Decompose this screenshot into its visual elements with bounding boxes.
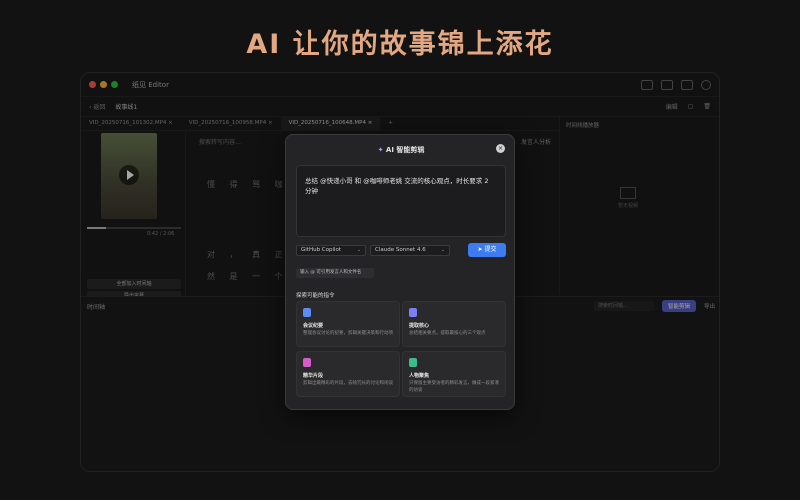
document-icon xyxy=(303,308,311,317)
microphone-icon xyxy=(303,358,311,367)
card-desc: 总结相关要点，提取最核心的三个观点 xyxy=(409,331,486,336)
card-desc: 整理会议讨论的纪要，剪辑关键决策和行动项 xyxy=(303,331,393,336)
modal-title: ✦ AI 智能剪辑 xyxy=(377,146,425,154)
chevron-down-icon: ⌄ xyxy=(440,247,445,253)
list-icon xyxy=(409,308,417,317)
card-desc: 只保留主要受访者的精彩发言，做成一段紧凑的访谈 xyxy=(409,381,499,393)
card-desc: 剪辑出最精彩的片段，去除冗长的讨论和闲谈 xyxy=(303,381,393,386)
card-title: 提取核心 xyxy=(409,323,430,329)
people-icon xyxy=(409,358,417,367)
submit-button[interactable]: ➤ 提交 xyxy=(468,243,506,257)
suggestion-card-highlights[interactable]: 精华片段 剪辑出最精彩的片段，去除冗长的讨论和闲谈 xyxy=(296,351,400,397)
card-title: 人物聚焦 xyxy=(409,373,430,379)
provider-select[interactable]: GitHub Copilot ⌄ xyxy=(296,245,366,256)
headline: AI 让你的故事锦上添花 xyxy=(246,29,554,60)
mention-hint: 输入 @ 可引用发言人和文件名 xyxy=(296,268,374,278)
prompt-input[interactable]: 总结 @快递小哥 和 @咖啡师老姚 交流的核心观点，时长要求 2 分钟 xyxy=(296,165,506,237)
ai-edit-modal: ✦ AI 智能剪辑 × 总结 @快递小哥 和 @咖啡师老姚 交流的核心观点，时长… xyxy=(285,134,515,410)
card-title: 会议纪要 xyxy=(303,323,324,329)
card-title: 精华片段 xyxy=(303,373,324,379)
suggestion-card-meeting[interactable]: 会议纪要 整理会议讨论的纪要，剪辑关键决策和行动项 xyxy=(296,301,400,347)
model-select[interactable]: Claude Sonnet 4.6 ⌄ xyxy=(370,245,450,256)
chevron-down-icon: ⌄ xyxy=(356,247,361,253)
sparkle-icon: ✦ xyxy=(377,146,386,154)
close-icon[interactable]: × xyxy=(496,144,505,153)
suggestion-card-people[interactable]: 人物聚焦 只保留主要受访者的精彩发言，做成一段紧凑的访谈 xyxy=(402,351,506,397)
suggestion-card-core[interactable]: 提取核心 总结相关要点，提取最核心的三个观点 xyxy=(402,301,506,347)
suggestions-title: 探索可能的指令 xyxy=(296,293,335,299)
